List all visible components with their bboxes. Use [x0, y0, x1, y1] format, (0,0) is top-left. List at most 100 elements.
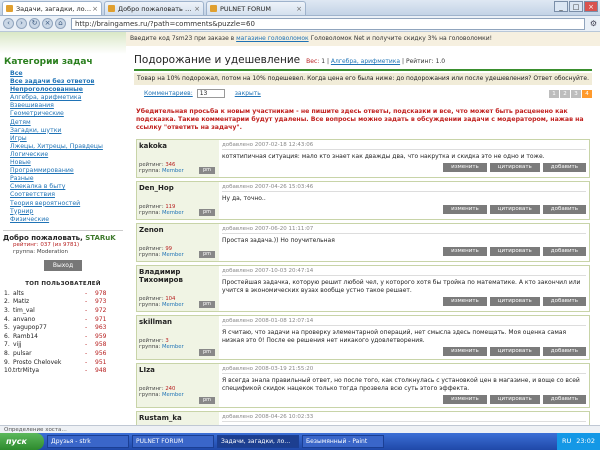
comment: LIza рейтинг: 240 группа: Member pm добавлен… [136, 362, 590, 408]
category-item[interactable]: Взвешивания [10, 102, 126, 110]
category-item[interactable]: Программирование [10, 167, 126, 175]
edit-button[interactable]: изменить [443, 246, 487, 256]
start-button[interactable]: пуск [0, 433, 44, 450]
category-item[interactable]: Детям [10, 119, 126, 127]
edit-button[interactable]: изменить [443, 346, 487, 356]
page-2-button[interactable]: 2 [560, 89, 570, 98]
comment-author-name[interactable]: LIza [139, 366, 217, 374]
top-user-name[interactable]: Ramb14 [13, 333, 85, 342]
top-user-name[interactable]: Prosto Chelovek [13, 359, 85, 368]
username[interactable]: STARuK [85, 234, 116, 242]
top-user-row: 5. yagupop77-963 [0, 324, 126, 333]
page-4-button[interactable]: 4 [582, 89, 592, 98]
top-user-row: 3. tim_val -972 [0, 307, 126, 316]
close-comments-link[interactable]: закрыть [235, 90, 261, 97]
pm-button[interactable]: pm [199, 208, 215, 216]
taskbar-item[interactable]: Безымянный - Paint [302, 435, 384, 448]
page-3-button[interactable]: 3 [571, 89, 581, 98]
category-item[interactable]: Игры [10, 135, 126, 143]
add-button[interactable]: добавить [542, 394, 586, 404]
category-item[interactable]: Физические [10, 216, 126, 224]
top-user-name[interactable]: MatIz [13, 298, 85, 307]
taskbar-item[interactable]: PULNET FORUM [132, 435, 214, 448]
top-user-name[interactable]: tim_val [13, 307, 85, 316]
add-button[interactable]: добавить [542, 246, 586, 256]
categories-heading: Категории задач [4, 57, 93, 67]
comment-author-name[interactable]: Den_Hop [139, 184, 217, 192]
browser-tab-2[interactable]: PULNET FORUM × [206, 1, 306, 15]
quote-button[interactable]: цитировать [489, 296, 540, 306]
edit-button[interactable]: изменить [443, 162, 487, 172]
category-item[interactable]: Загадки, шутки [10, 127, 126, 135]
quote-button[interactable]: цитировать [489, 162, 540, 172]
comment-group-value: Member [161, 252, 184, 259]
pm-button[interactable]: pm [199, 166, 215, 174]
category-item[interactable]: Теория вероятностей [10, 200, 126, 208]
browser-tab-1[interactable]: Добро пожаловать в Ба… × [104, 1, 204, 15]
top-user-name[interactable]: yagupop77 [13, 324, 85, 333]
comment-author-name[interactable]: Владимир Тихомиров [139, 268, 217, 284]
close-tab-icon[interactable]: × [92, 5, 98, 13]
top-user-name[interactable]: anvano [13, 316, 85, 325]
home-icon[interactable]: ⌂ [55, 18, 66, 29]
category-item[interactable]: Лжецы, Хитрецы, Правдецы [10, 143, 126, 151]
moderator-warning: Убедительная просьба к новым участникам … [136, 108, 584, 132]
taskbar-item[interactable]: Задачи, загадки, ло… [217, 435, 299, 448]
top-user-name[interactable]: pulsar [13, 350, 85, 359]
add-button[interactable]: добавить [542, 346, 586, 356]
category-link[interactable]: Алгебра, арифметика [331, 58, 400, 65]
maximize-icon[interactable]: □ [569, 1, 583, 12]
close-tab-icon[interactable]: × [296, 5, 302, 13]
language-indicator[interactable]: RU [562, 433, 571, 450]
taskbar-item[interactable]: Друзья - strk [47, 435, 129, 448]
reload-icon[interactable]: ↻ [29, 18, 40, 29]
pm-button[interactable]: pm [199, 300, 215, 308]
stop-icon[interactable]: × [42, 18, 53, 29]
comment-author-name[interactable]: skillman [139, 318, 217, 326]
top-user-row: 8. pulsar -956 [0, 350, 126, 359]
pm-button[interactable]: pm [199, 396, 215, 404]
category-item[interactable]: Все [10, 70, 126, 78]
close-window-icon[interactable]: × [584, 1, 598, 12]
quote-button[interactable]: цитировать [489, 346, 540, 356]
address-bar[interactable]: http://braingames.ru/?path=comments&puzz… [71, 17, 585, 30]
category-item[interactable]: Алгебра, арифметика [10, 94, 126, 102]
add-button[interactable]: добавить [542, 296, 586, 306]
add-button[interactable]: добавить [542, 162, 586, 172]
pm-button[interactable]: pm [199, 348, 215, 356]
top-user-name[interactable]: trtrMitya [13, 367, 85, 376]
tools-menu-icon[interactable]: ⚙ [590, 19, 597, 28]
back-arrow-icon[interactable]: ‹ [3, 18, 14, 29]
close-tab-icon[interactable]: × [194, 5, 200, 13]
forward-arrow-icon[interactable]: › [16, 18, 27, 29]
browser-tab-0[interactable]: Задачи, загадки, логиче… × [2, 1, 102, 15]
promo-link[interactable]: магазине головоломок [236, 35, 309, 42]
top-user-name[interactable]: vijj [13, 341, 85, 350]
page-1-button[interactable]: 1 [549, 89, 559, 98]
category-item[interactable]: Геометрические [10, 110, 126, 118]
comment-author-name[interactable]: Zenon [139, 226, 217, 234]
category-item[interactable]: Турнир [10, 208, 126, 216]
category-item[interactable]: Все задачи без ответов [10, 78, 126, 86]
edit-button[interactable]: изменить [443, 204, 487, 214]
comments-label[interactable]: Комментариев: [144, 90, 193, 97]
category-item[interactable]: Новые [10, 159, 126, 167]
comment-text: Простая задача.)) Но поучительная [222, 236, 335, 244]
top-user-name[interactable]: alts [13, 290, 85, 299]
edit-button[interactable]: изменить [443, 394, 487, 404]
quote-button[interactable]: цитировать [489, 204, 540, 214]
edit-button[interactable]: изменить [443, 296, 487, 306]
minimize-icon[interactable]: _ [554, 1, 568, 12]
quote-button[interactable]: цитировать [489, 246, 540, 256]
category-item[interactable]: Логические [10, 151, 126, 159]
add-button[interactable]: добавить [542, 204, 586, 214]
comment-author-name[interactable]: Rustam_ka [139, 414, 217, 422]
browser-tab-title: Добро пожаловать в Ба… [118, 4, 194, 13]
category-item[interactable]: Смекалка в быту [10, 183, 126, 191]
comment-author-name[interactable]: kakoka [139, 142, 217, 150]
logout-button[interactable]: Выход [44, 259, 82, 271]
category-item[interactable]: Соответствия [10, 191, 126, 199]
quote-button[interactable]: цитировать [489, 394, 540, 404]
puzzle-question: Товар на 10% подорожал, потом на 10% под… [134, 73, 592, 85]
pm-button[interactable]: pm [199, 250, 215, 258]
